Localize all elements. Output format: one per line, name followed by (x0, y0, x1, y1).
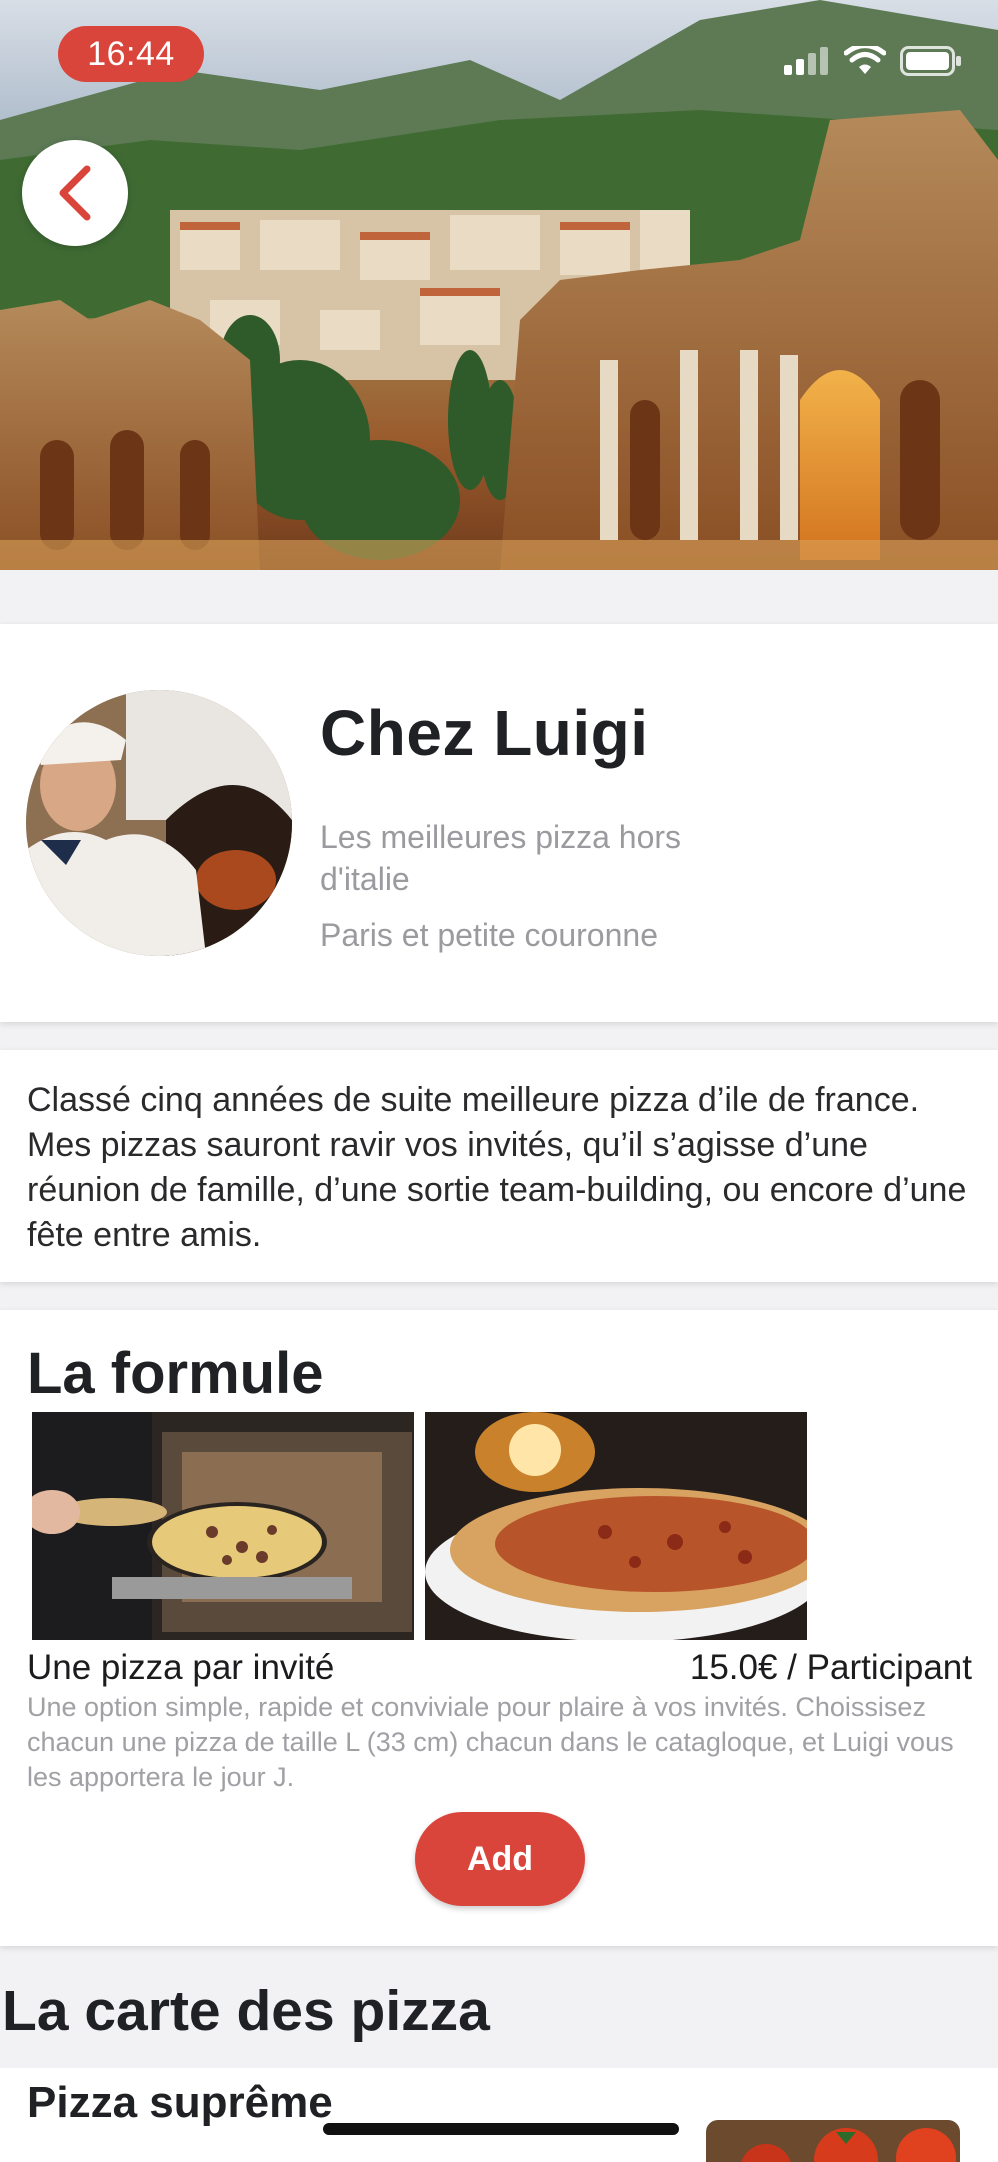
formule-card: La formule Une pizza par invité 15.0€ / … (0, 1310, 998, 1946)
chef-profile-card: Chez Luigi Les meilleures pizza hors d'i… (0, 624, 998, 1022)
formule-title: La formule (27, 1341, 324, 1406)
chef-tagline: Les meilleures pizza hors d'italie (320, 819, 682, 897)
tomato-illustration (706, 2120, 960, 2162)
pizza-fire-photo (425, 1412, 807, 1640)
pizza-thumbnail (706, 2120, 960, 2162)
pizza-oven-photo (32, 1412, 414, 1640)
chef-description: Classé cinq années de suite meilleure pi… (27, 1081, 967, 1254)
chef-name: Chez Luigi (320, 697, 649, 769)
wifi-icon (844, 46, 886, 74)
taormina-landscape-illustration (0, 0, 998, 570)
chevron-left-icon (59, 165, 91, 221)
chef-photo-illustration (26, 690, 292, 956)
hero-image (0, 0, 998, 570)
status-icons (784, 46, 962, 76)
battery-icon (900, 46, 961, 76)
add-button[interactable]: Add (415, 1812, 585, 1906)
description-card: Classé cinq années de suite meilleure pi… (0, 1050, 998, 1282)
pizza-name: Pizza suprême (27, 2078, 333, 2127)
pizza-oven-illustration (32, 1412, 414, 1640)
back-button[interactable] (22, 140, 128, 246)
formule-name: Une pizza par invité (27, 1648, 335, 1687)
service-area: Paris et petite couronne (320, 917, 658, 953)
status-time: 16:44 (58, 26, 204, 82)
home-indicator (323, 2123, 679, 2135)
formule-description: Une option simple, rapide et conviviale … (27, 1692, 954, 1792)
formule-price: 15.0€ / Participant (689, 1648, 972, 1687)
signal-icon (784, 47, 828, 75)
pizza-list-item[interactable]: Pizza suprême (0, 2068, 998, 2162)
pizza-fire-illustration (425, 1412, 807, 1640)
carte-title: La carte des pizza (2, 1979, 490, 2043)
chef-avatar (26, 690, 292, 956)
